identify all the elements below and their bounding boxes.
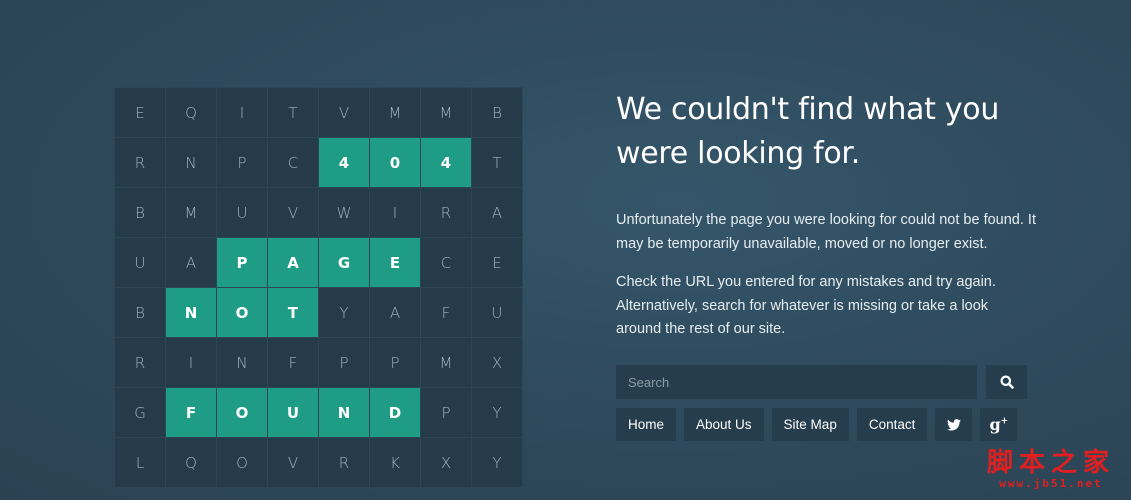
grid-cell: M: [421, 88, 471, 137]
grid-cell-highlighted: 4: [421, 138, 471, 187]
grid-cell-highlighted: D: [370, 388, 420, 437]
grid-cell: N: [217, 338, 267, 387]
grid-cell: N: [166, 138, 216, 187]
google-plus-button[interactable]: g+: [980, 408, 1018, 441]
grid-cell-highlighted: F: [166, 388, 216, 437]
twitter-button[interactable]: [935, 408, 973, 441]
grid-cell: L: [115, 438, 165, 487]
error-content: We couldn't find what you were looking f…: [616, 88, 1036, 342]
grid-cell: E: [115, 88, 165, 137]
grid-cell: C: [421, 238, 471, 287]
grid-cell-highlighted: P: [217, 238, 267, 287]
grid-cell: Y: [472, 388, 522, 437]
about-us-button[interactable]: About Us: [684, 408, 764, 441]
page-title: We couldn't find what you were looking f…: [616, 88, 1036, 176]
grid-cell: F: [421, 288, 471, 337]
grid-cell-highlighted: N: [166, 288, 216, 337]
grid-cell: U: [472, 288, 522, 337]
grid-cell-highlighted: A: [268, 238, 318, 287]
search-button[interactable]: [986, 365, 1027, 399]
search-form: [616, 365, 1027, 399]
help-message: Check the URL you entered for any mistak…: [616, 274, 996, 337]
grid-cell-highlighted: U: [268, 388, 318, 437]
grid-cell: M: [421, 338, 471, 387]
watermark: 脚本之家 www.jb51.net: [987, 449, 1115, 490]
grid-cell: R: [115, 338, 165, 387]
grid-cell-highlighted: T: [268, 288, 318, 337]
watermark-url: www.jb51.net: [999, 477, 1103, 490]
grid-cell: Y: [472, 438, 522, 487]
grid-cell: A: [472, 188, 522, 237]
contact-button[interactable]: Contact: [856, 408, 928, 441]
grid-cell: B: [115, 288, 165, 337]
grid-cell: R: [421, 188, 471, 237]
title-line-1: We couldn't find what you: [616, 92, 1000, 127]
grid-cell: U: [217, 188, 267, 237]
nav-links: Home About Us Site Map Contact g+: [616, 408, 1018, 441]
home-button[interactable]: Home: [616, 408, 677, 441]
grid-cell: G: [115, 388, 165, 437]
grid-cell: X: [421, 438, 471, 487]
grid-cell: I: [217, 88, 267, 137]
twitter-icon: [946, 418, 961, 431]
grid-cell: I: [166, 338, 216, 387]
grid-cell: Y: [319, 288, 369, 337]
grid-cell: C: [268, 138, 318, 187]
grid-cell-highlighted: 0: [370, 138, 420, 187]
grid-cell: U: [115, 238, 165, 287]
grid-cell: K: [370, 438, 420, 487]
title-line-2: were looking for.: [616, 136, 860, 171]
grid-cell: P: [217, 138, 267, 187]
grid-cell: E: [472, 238, 522, 287]
grid-cell: R: [319, 438, 369, 487]
error-message: Unfortunately the page you were looking …: [616, 212, 1036, 252]
grid-cell-highlighted: O: [217, 288, 267, 337]
search-icon: [1000, 375, 1014, 389]
grid-cell: V: [268, 438, 318, 487]
grid-cell: W: [319, 188, 369, 237]
grid-cell: V: [268, 188, 318, 237]
grid-cell: B: [115, 188, 165, 237]
search-input[interactable]: [616, 365, 977, 399]
grid-cell: P: [319, 338, 369, 387]
grid-cell: A: [166, 238, 216, 287]
grid-cell: M: [166, 188, 216, 237]
site-map-button[interactable]: Site Map: [771, 408, 849, 441]
grid-cell: O: [217, 438, 267, 487]
google-plus-icon: g+: [989, 415, 1009, 434]
grid-cell: A: [370, 288, 420, 337]
grid-cell-highlighted: G: [319, 238, 369, 287]
grid-cell-highlighted: E: [370, 238, 420, 287]
grid-cell: V: [319, 88, 369, 137]
grid-cell-highlighted: O: [217, 388, 267, 437]
grid-cell: T: [472, 138, 522, 187]
grid-cell: M: [370, 88, 420, 137]
grid-cell: Q: [166, 88, 216, 137]
grid-cell: P: [370, 338, 420, 387]
grid-cell: B: [472, 88, 522, 137]
grid-cell: T: [268, 88, 318, 137]
grid-cell: R: [115, 138, 165, 187]
grid-cell: I: [370, 188, 420, 237]
grid-cell-highlighted: 4: [319, 138, 369, 187]
grid-cell: X: [472, 338, 522, 387]
grid-cell: Q: [166, 438, 216, 487]
letter-grid: EQITVMMBRNPC404TBMUVWIRAUAPAGECEBNOTYAFU…: [114, 87, 523, 488]
grid-cell-highlighted: N: [319, 388, 369, 437]
grid-cell: F: [268, 338, 318, 387]
grid-cell: P: [421, 388, 471, 437]
watermark-logo-text: 脚本之家: [986, 448, 1115, 478]
